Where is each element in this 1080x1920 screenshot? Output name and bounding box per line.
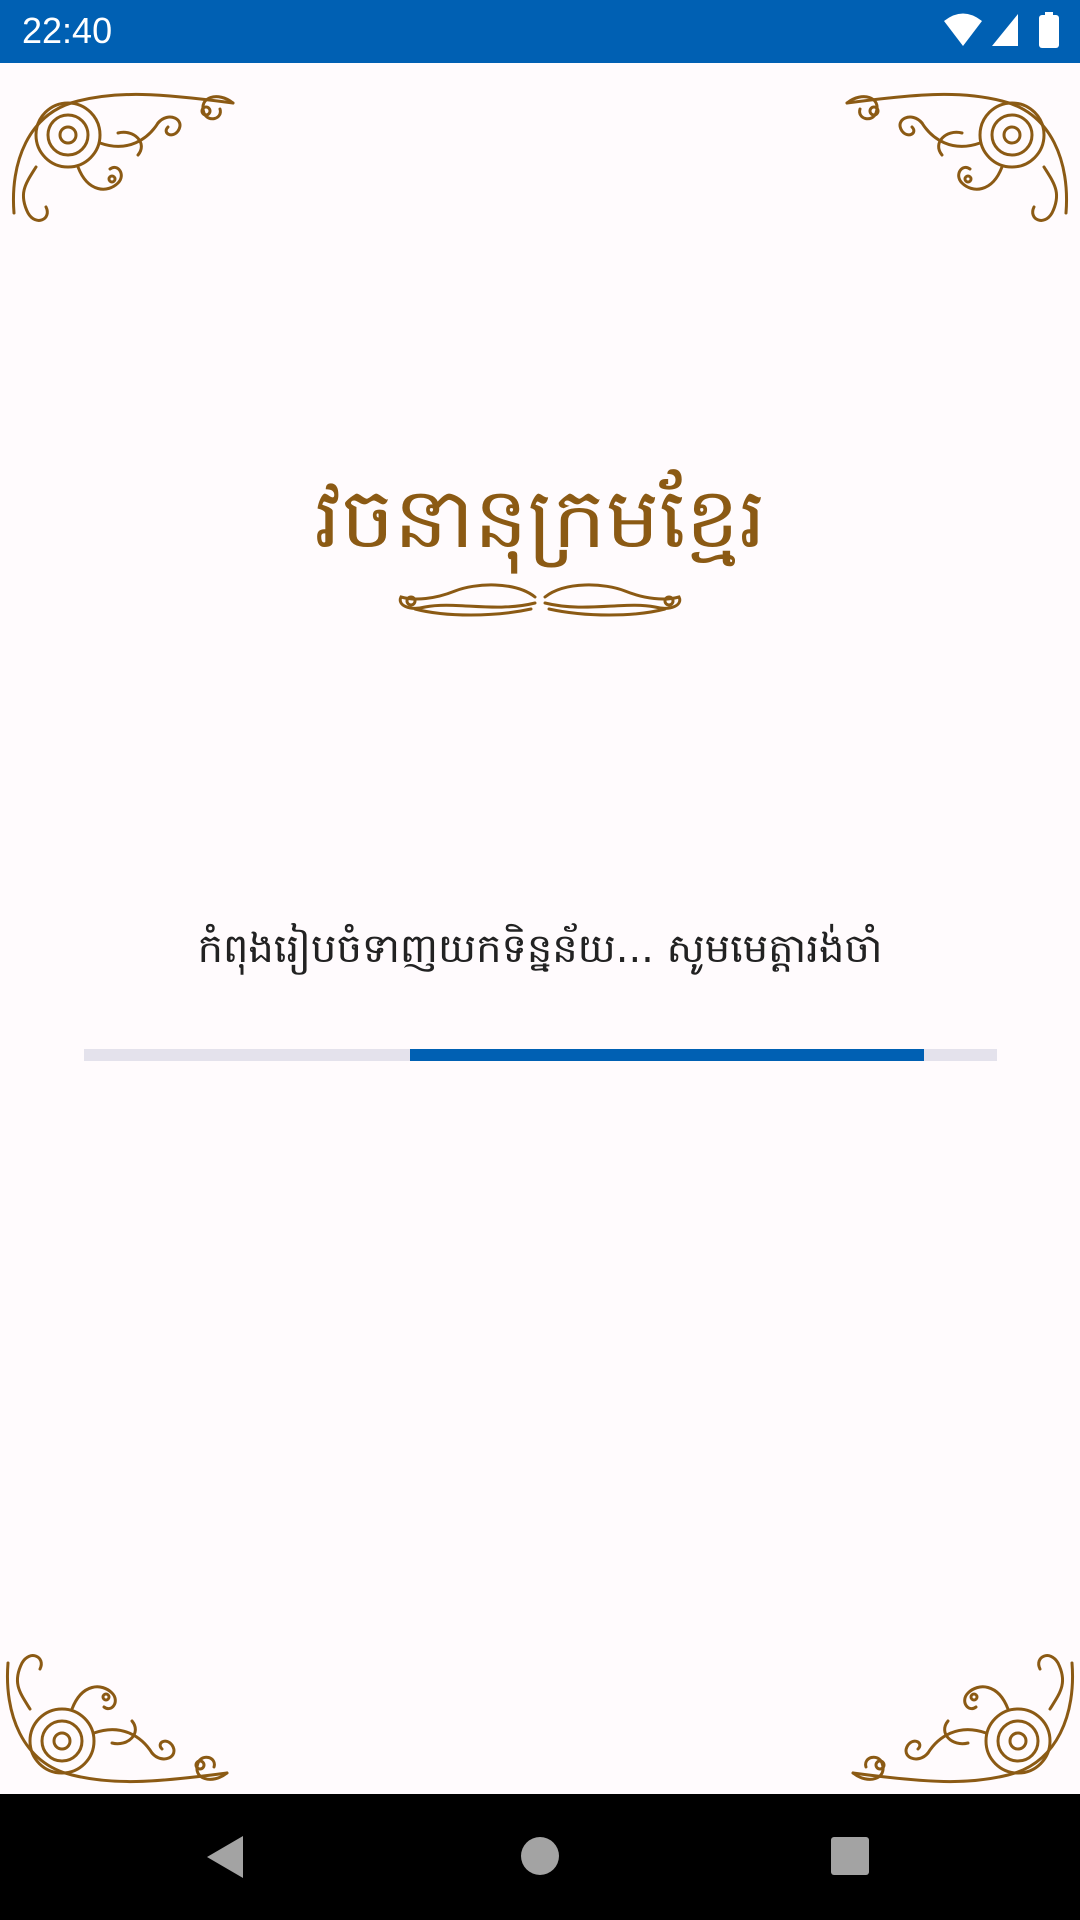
status-bar: 22:40 [0, 0, 1080, 63]
corner-ornament-top-right [845, 92, 1069, 222]
progress-bar [84, 1049, 997, 1061]
recents-icon[interactable] [830, 1836, 870, 1876]
app-title: វចនានុក្រមខ្មែរ [314, 469, 766, 567]
loading-message: កំពុងរៀបចំទាញយកទិន្នន័យ... សូមមេត្តារង់ច… [197, 926, 883, 972]
status-time: 22:40 [22, 10, 113, 51]
splash-screen: វចនានុក្រមខ្មែរ កំពុងរៀបចំទាញយកទិន្នន័យ.… [0, 63, 1080, 1794]
progress-indicator [410, 1049, 924, 1061]
navigation-bar [0, 1794, 1080, 1920]
corner-ornament-top-left [11, 92, 235, 222]
title-flourish-ornament [398, 583, 682, 617]
back-icon[interactable] [205, 1834, 245, 1880]
cellular-signal-icon [992, 14, 1018, 46]
wifi-icon [944, 13, 982, 46]
corner-ornament-bottom-left [5, 1654, 229, 1784]
home-icon[interactable] [520, 1836, 560, 1876]
corner-ornament-bottom-right [851, 1654, 1075, 1784]
battery-icon [1039, 12, 1059, 48]
